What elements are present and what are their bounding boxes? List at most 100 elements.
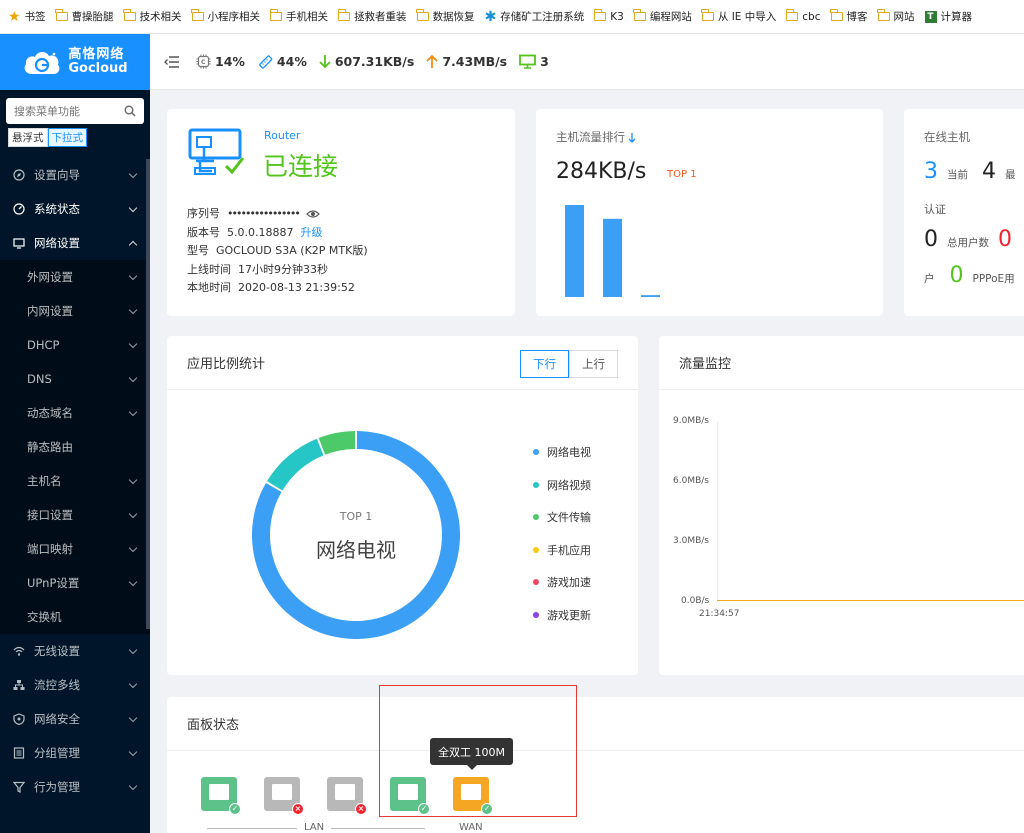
chevron-down-icon: [128, 577, 138, 586]
bookmark-folder[interactable]: 技术相关: [123, 9, 182, 24]
legend-item[interactable]: 游戏加速: [533, 566, 591, 599]
bookmark-folder[interactable]: 拯救者重装: [337, 9, 407, 24]
menu-search-input[interactable]: [14, 104, 110, 118]
legend-dot: [533, 481, 539, 488]
sort-down-icon: [628, 132, 636, 143]
tab-downlink[interactable]: 下行: [520, 350, 569, 378]
legend-item[interactable]: 网络电视: [533, 436, 591, 469]
chevron-down-icon: [128, 543, 138, 552]
folder-icon: [337, 9, 351, 21]
bookmark-folder[interactable]: 博客: [830, 9, 868, 24]
upgrade-link[interactable]: 升级: [300, 226, 322, 239]
highlight-box: [379, 685, 577, 817]
sidebar-item-setup-wizard[interactable]: 设置向导: [0, 158, 150, 192]
dashboard-icon: [12, 203, 26, 215]
auth-label: 认证: [924, 203, 946, 216]
brand-logo[interactable]: 高恪网络 Gocloud: [0, 34, 150, 90]
bookmark-folder[interactable]: 网站: [877, 9, 915, 24]
ethernet-port-icon: [272, 784, 292, 800]
donut-slice[interactable]: [267, 438, 324, 491]
traffic-monitor-title: 流量监控: [679, 357, 732, 372]
app-stats-title: 应用比例统计: [187, 357, 266, 372]
bookmark-folder[interactable]: 数据恢复: [416, 9, 475, 24]
bookmark-folder[interactable]: 小程序相关: [191, 9, 260, 24]
memory-usage: 44%: [257, 54, 307, 70]
router-label: Router: [264, 129, 301, 142]
top-bar: C 14% 44% 607.31KB/s 7.43MB/s 3: [150, 34, 1024, 90]
tab-uplink[interactable]: 上行: [569, 350, 618, 378]
lan-port-3[interactable]: ×: [327, 777, 367, 815]
app-stats-card: 应用比例统计 下行 上行 TOP 1 网络电视 网络电视 网络视频 文件传输 手…: [167, 336, 638, 675]
x-tick-label: 21:34:57: [699, 609, 740, 619]
chevron-down-icon: [128, 203, 138, 212]
bookmark-folder[interactable]: 曹操胎腿: [55, 9, 114, 24]
sidebar-item-group[interactable]: 分组管理: [0, 736, 150, 770]
wifi-icon: [12, 645, 26, 657]
chevron-down-icon: [128, 339, 138, 348]
bookmark-bookmarks[interactable]: ★ 书签: [8, 9, 46, 24]
sidebar-item-wan[interactable]: 外网设置: [0, 260, 150, 294]
legend-item[interactable]: 游戏更新: [533, 599, 591, 632]
collapse-menu-icon[interactable]: [164, 55, 180, 69]
sidebar-item-upnp[interactable]: UPnP设置: [0, 566, 150, 600]
bookmark-folder[interactable]: 从 IE 中导入: [701, 9, 776, 24]
sidebar-item-interface[interactable]: 接口设置: [0, 498, 150, 532]
serial-row: 序列号 ••••••••••••••••: [187, 205, 368, 224]
network-icon: [12, 679, 26, 691]
search-icon[interactable]: [124, 105, 136, 117]
router-status: 已连接: [263, 152, 339, 181]
legend-item[interactable]: 文件传输: [533, 501, 591, 534]
sidebar-item-behavior[interactable]: 行为管理: [0, 770, 150, 804]
sidebar-item-static-route[interactable]: 静态路由: [0, 430, 150, 464]
filter-icon: [12, 781, 26, 793]
menu-mode-toggle: 悬浮式 下拉式: [8, 128, 150, 147]
sidebar-item-dhcp[interactable]: DHCP: [0, 328, 150, 362]
router-info: 序列号 •••••••••••••••• 版本号 5.0.0.18887 升级 …: [187, 205, 368, 298]
chevron-down-icon: [128, 169, 138, 178]
sidebar-item-port-mapping[interactable]: 端口映射: [0, 532, 150, 566]
bookmark-folder[interactable]: 编程网站: [633, 9, 692, 24]
eye-icon[interactable]: [305, 209, 320, 219]
sidebar-item-system-status[interactable]: 系统状态: [0, 192, 150, 226]
traffic-monitor-header: 流量监控: [659, 336, 1024, 390]
memory-icon: [257, 54, 273, 70]
cross-icon: ×: [292, 803, 304, 815]
host-traffic-bars: [565, 205, 660, 297]
sidebar-item-network-settings[interactable]: 网络设置: [0, 226, 150, 260]
sidebar-scrollbar[interactable]: [146, 159, 150, 629]
folder-icon: [877, 9, 890, 21]
sidebar-item-security[interactable]: 网络安全: [0, 702, 150, 736]
lan-port-2[interactable]: ×: [264, 777, 304, 815]
lan-divider-left: [207, 828, 297, 829]
bookmark-folder[interactable]: 手机相关: [269, 9, 328, 24]
cpu-usage: C 14%: [196, 54, 245, 69]
bookmark-link[interactable]: ✱ 存储矿工注册系统: [485, 9, 585, 24]
menu-search: [6, 98, 144, 124]
bookmark-folder[interactable]: K3: [593, 9, 624, 23]
sidebar-item-switch[interactable]: 交换机: [0, 600, 150, 634]
sidebar-item-dns[interactable]: DNS: [0, 362, 150, 396]
legend-item[interactable]: 网络视频: [533, 469, 591, 502]
host-traffic-card: 主机流量排行 284KB/s TOP 1: [536, 109, 883, 316]
sidebar-item-ddns[interactable]: 动态域名: [0, 396, 150, 430]
online-hosts-card: 在线主机 3 当前 4 最 认证 0 总用户数 0 户 0 PPPoE用: [904, 109, 1024, 316]
sidebar-item-wireless[interactable]: 无线设置: [0, 634, 150, 668]
floating-mode-button[interactable]: 悬浮式: [8, 128, 48, 147]
donut-slice[interactable]: [318, 431, 356, 455]
uptime-row: 上线时间 17小时9分钟33秒: [187, 262, 328, 276]
localtime-row: 本地时间 2020-08-13 21:39:52: [187, 281, 355, 294]
host-traffic-title[interactable]: 主机流量排行: [556, 129, 636, 145]
download-speed: 607.31KB/s: [319, 54, 414, 69]
lan-port-1[interactable]: ✓: [201, 777, 241, 815]
bookmark-link[interactable]: T 计算器: [924, 9, 972, 24]
sidebar-item-lan[interactable]: 内网设置: [0, 294, 150, 328]
sidebar-item-flow-control[interactable]: 流控多线: [0, 668, 150, 702]
ethernet-port-icon: [335, 784, 355, 800]
bookmark-folder[interactable]: cbc: [785, 9, 821, 23]
router-icon: [186, 128, 246, 183]
monitor-icon: [12, 237, 26, 249]
dropdown-mode-button[interactable]: 下拉式: [47, 128, 87, 147]
online-pppoe: 户 0 PPPoE用: [924, 263, 1015, 288]
legend-item[interactable]: 手机应用: [533, 534, 591, 567]
sidebar-item-hostname[interactable]: 主机名: [0, 464, 150, 498]
